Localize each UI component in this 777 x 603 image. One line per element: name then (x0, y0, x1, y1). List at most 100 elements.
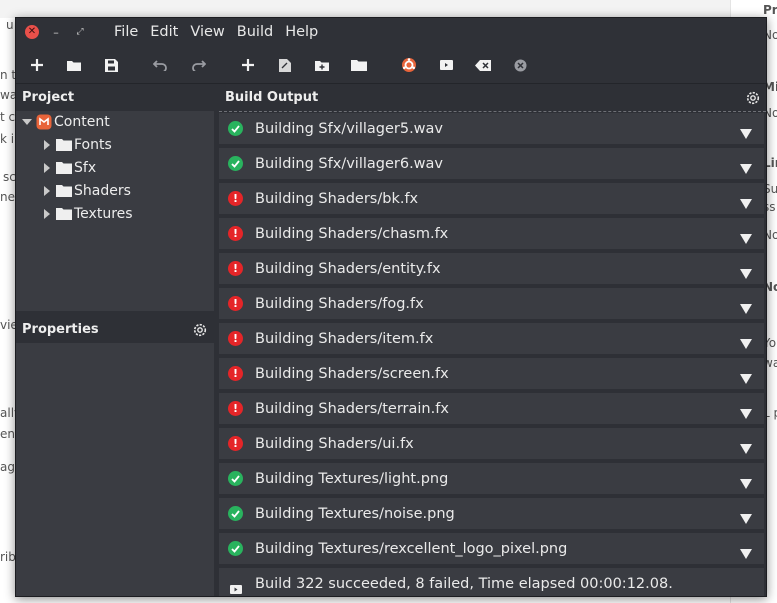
tree-item-content[interactable]: Content (22, 111, 110, 133)
tree-item-label: Fonts (74, 137, 112, 153)
menu-file[interactable]: File (108, 23, 144, 41)
add-folder-icon[interactable] (312, 55, 332, 75)
add-item-icon[interactable] (238, 55, 258, 75)
build-output-text: Building Shaders/item.fx (255, 330, 434, 347)
build-output-row[interactable]: ! Building Shaders/chasm.fx (219, 218, 764, 249)
build-output-text: Building Shaders/bk.fx (255, 190, 419, 207)
rebuild-icon[interactable] (436, 55, 456, 75)
tree-item-label: Textures (74, 206, 133, 222)
build-output-row[interactable]: ! Building Shaders/entity.fx (219, 253, 764, 284)
build-output-row[interactable]: Building Textures/rexcellent_logo_pixel.… (219, 533, 764, 564)
expanded-caret-icon[interactable] (22, 117, 32, 127)
build-output-row[interactable]: ! Building Shaders/item.fx (219, 323, 764, 354)
gear-icon[interactable] (746, 91, 760, 105)
build-output-text: Building Sfx/villager5.wav (255, 120, 444, 137)
expand-arrow-icon[interactable] (740, 264, 752, 279)
cancel-build-icon[interactable] (510, 55, 530, 75)
project-panel-header: Project (16, 84, 214, 111)
folder-icon[interactable] (349, 55, 369, 75)
expand-arrow-icon[interactable] (740, 299, 752, 314)
browser-top-strip (0, 0, 730, 18)
error-alert-icon: ! (228, 366, 243, 381)
expand-arrow-icon[interactable] (740, 194, 752, 209)
monogame-content-icon (36, 114, 52, 130)
minimize-window-button[interactable]: – (49, 25, 63, 39)
success-check-icon (228, 121, 243, 136)
collapsed-caret-icon[interactable] (42, 209, 52, 219)
folder-icon (56, 139, 72, 151)
menu-edit[interactable]: Edit (144, 23, 184, 41)
background-text-fragment: t c (0, 110, 16, 124)
build-output-text: Building Sfx/villager6.wav (255, 155, 444, 172)
build-output-row[interactable]: Building Sfx/villager6.wav (219, 148, 764, 179)
build-output-text: Building Shaders/terrain.fx (255, 400, 449, 417)
clean-icon[interactable] (473, 55, 493, 75)
new-item-icon[interactable] (275, 55, 295, 75)
title-bar: ✕ – ⤢ File Edit View Build Help (16, 18, 766, 47)
properties-panel-body (16, 343, 214, 596)
expand-arrow-icon[interactable] (740, 334, 752, 349)
build-output-row[interactable]: ! Building Shaders/screen.fx (219, 358, 764, 389)
build-output-text: Building Textures/noise.png (255, 505, 455, 522)
error-alert-icon: ! (228, 331, 243, 346)
collapsed-caret-icon[interactable] (42, 163, 52, 173)
build-output-row[interactable]: Building Sfx/villager5.wav (219, 113, 764, 144)
build-summary-row: Build 322 succeeded, 8 failed, Time elap… (219, 568, 764, 596)
background-text-fragment: ne (0, 190, 15, 204)
build-output-row[interactable]: ! Building Shaders/terrain.fx (219, 393, 764, 424)
undo-icon[interactable] (150, 55, 170, 75)
build-output-text: Building Shaders/entity.fx (255, 260, 441, 277)
gear-icon[interactable] (193, 323, 207, 337)
expand-arrow-icon[interactable] (740, 369, 752, 384)
save-icon[interactable] (101, 55, 121, 75)
folder-icon (56, 185, 72, 197)
pipeline-tool-window: ✕ – ⤢ File Edit View Build Help Project … (15, 17, 767, 597)
build-output-row[interactable]: Building Textures/noise.png (219, 498, 764, 529)
build-output-row[interactable]: ! Building Shaders/bk.fx (219, 183, 764, 214)
error-alert-icon: ! (228, 261, 243, 276)
success-check-icon (228, 506, 243, 521)
summary-info-icon (230, 579, 242, 594)
collapsed-caret-icon[interactable] (42, 186, 52, 196)
project-panel-title: Project (22, 90, 75, 105)
expand-arrow-icon[interactable] (740, 124, 752, 139)
left-pane: Project Content Fonts Sfx Shaders Textur… (16, 84, 214, 596)
background-text-fragment: u (6, 18, 14, 32)
redo-icon[interactable] (189, 55, 209, 75)
expand-arrow-icon[interactable] (740, 159, 752, 174)
expand-arrow-icon[interactable] (740, 544, 752, 559)
build-output-text: Building Textures/light.png (255, 470, 449, 487)
build-output-row[interactable]: ! Building Shaders/ui.fx (219, 428, 764, 459)
maximize-window-button[interactable]: ⤢ (73, 25, 87, 39)
tree-item-sfx[interactable]: Sfx (42, 157, 96, 179)
menu-help[interactable]: Help (279, 23, 324, 41)
expand-arrow-icon[interactable] (740, 229, 752, 244)
build-summary-text: Build 322 succeeded, 8 failed, Time elap… (255, 575, 673, 592)
collapsed-caret-icon[interactable] (42, 140, 52, 150)
tree-item-textures[interactable]: Textures (42, 203, 133, 225)
build-icon[interactable] (399, 55, 419, 75)
expand-arrow-icon[interactable] (740, 439, 752, 454)
tree-item-shaders[interactable]: Shaders (42, 180, 131, 202)
error-alert-icon: ! (228, 436, 243, 451)
build-output-row[interactable]: ! Building Shaders/fog.fx (219, 288, 764, 319)
tree-item-fonts[interactable]: Fonts (42, 134, 112, 156)
background-text-fragment: k i (0, 132, 15, 146)
build-output-header: Build Output (219, 84, 766, 111)
background-text-fragment: sc (3, 170, 16, 184)
tree-item-label: Shaders (74, 183, 131, 199)
close-window-button[interactable]: ✕ (25, 25, 39, 39)
properties-panel-header: Properties (16, 316, 214, 343)
error-alert-icon: ! (228, 401, 243, 416)
expand-arrow-icon[interactable] (740, 404, 752, 419)
expand-arrow-icon[interactable] (740, 509, 752, 524)
expand-arrow-icon[interactable] (740, 474, 752, 489)
menu-view[interactable]: View (184, 23, 230, 41)
folder-icon (56, 208, 72, 220)
success-check-icon (228, 156, 243, 171)
new-file-icon[interactable] (27, 55, 47, 75)
open-icon[interactable] (64, 55, 84, 75)
menu-build[interactable]: Build (231, 23, 279, 41)
build-output-row[interactable]: Building Textures/light.png (219, 463, 764, 494)
success-check-icon (228, 471, 243, 486)
